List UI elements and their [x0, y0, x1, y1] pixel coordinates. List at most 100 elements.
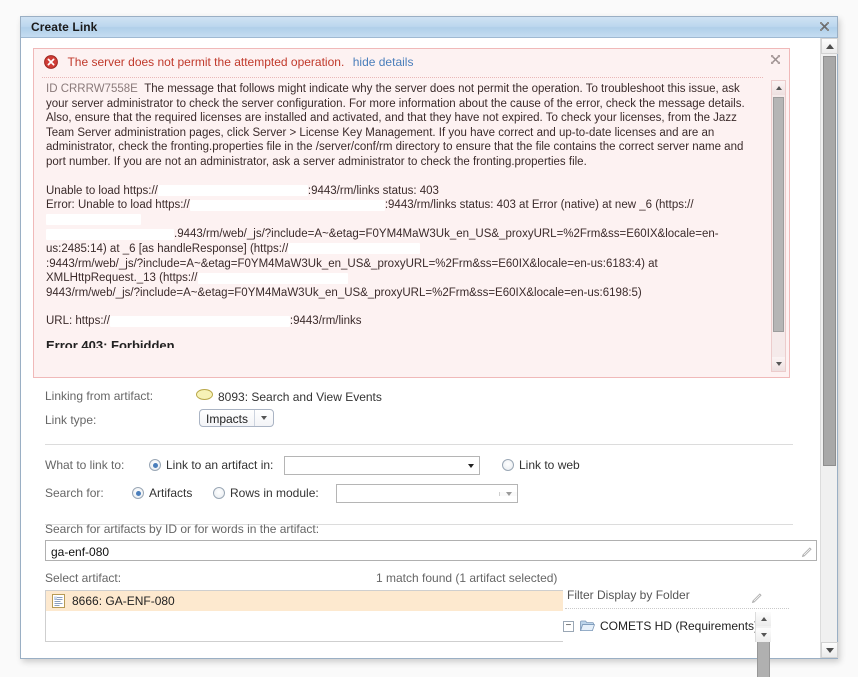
folder-tree-scrollbar[interactable] [755, 612, 771, 677]
redacted-host-7 [109, 315, 290, 327]
error-url-suffix: :9443/rm/links [289, 315, 362, 328]
what-to-link-row: What to link to: Link to an artifact in:… [21, 454, 801, 480]
tree-node-label: COMETS HD (Requirements) [600, 619, 759, 633]
scroll-down-button[interactable] [821, 642, 838, 658]
search-instructions-label: Search for artifacts by ID or for words … [45, 522, 320, 536]
search-for-label: Search for: [45, 486, 104, 500]
error-url-label: URL: https:// [46, 315, 110, 328]
link-to-artifact-label: Link to an artifact in: [166, 458, 274, 472]
screen: Create Link The server does not permit t… [0, 0, 858, 677]
rows-in-module-label: Rows in module: [230, 486, 319, 500]
chevron-down-icon [760, 633, 767, 637]
dialog-close-icon[interactable] [818, 20, 831, 33]
trace-line-2b: :9443/rm/links status: 403 at Error (nat… [384, 199, 694, 212]
error-title: The server does not permit the attempted… [67, 55, 345, 69]
redacted-host-1 [157, 185, 308, 197]
error-scroll-thumb[interactable] [773, 97, 784, 332]
select-artifact-row: Select artifact: 1 match found (1 artifa… [21, 568, 801, 590]
redacted-host-5 [288, 243, 421, 255]
chevron-up-icon [760, 617, 767, 621]
link-form: Linking from artifact: 8093: Search and … [21, 386, 817, 590]
tree-node-initial-requirement[interactable]: 1 INITIAL REQUIREMENT [563, 640, 771, 642]
radio-rows-in-module[interactable] [213, 487, 225, 499]
pencil-icon[interactable] [801, 545, 813, 558]
error-scroll-down-button[interactable] [772, 357, 785, 371]
match-status: 1 match found (1 artifact selected) [376, 571, 558, 585]
radio-link-to-artifact[interactable] [149, 459, 161, 471]
chevron-down-icon [255, 410, 273, 426]
linking-from-artifact-text: 8093: Search and View Events [218, 390, 382, 404]
error-description-text: The message that follows might indicate … [46, 83, 745, 168]
error-details-body: ID CRRRW7558E The message that follows m… [42, 82, 766, 373]
error-stacktrace: Unable to load https:// :9443/rm/links st… [46, 184, 762, 301]
error-url-line: URL: https:// :9443/rm/links [46, 314, 762, 329]
error-panel: The server does not permit the attempted… [33, 48, 790, 378]
folder-filter-header: Filter Display by Folder [563, 588, 793, 608]
artifacts-option[interactable]: Artifacts [132, 486, 192, 500]
error-clipped-line: Error 403: Forbidden [46, 338, 175, 348]
folder-filter-pane: Filter Display by Folder − COMETS HD (Re… [563, 588, 793, 677]
trace-line-1b: :9443/rm/links status: 403 [307, 184, 439, 197]
linking-from-value: 8093: Search and View Events [196, 389, 382, 404]
pencil-icon[interactable] [751, 592, 763, 604]
project-area-select[interactable] [284, 456, 480, 475]
select-artifact-label: Select artifact: [45, 571, 122, 585]
dialog-titlebar: Create Link [21, 17, 837, 38]
result-item-label: 8666: GA-ENF-080 [72, 594, 175, 608]
dialog-title: Create Link [31, 20, 98, 34]
artifact-icon [196, 389, 213, 400]
trace-line-1a: Unable to load https:// [46, 184, 158, 197]
scroll-thumb[interactable] [823, 56, 836, 466]
create-link-dialog: Create Link The server does not permit t… [20, 16, 838, 677]
hide-details-link[interactable]: hide details [353, 55, 414, 69]
trace-line-4: :9443/rm/web/_js/?include=A~&etag=F0YM4M… [46, 257, 658, 285]
redacted-host-3 [46, 214, 141, 226]
table-row[interactable]: 8666: GA-ENF-080 [46, 591, 563, 611]
module-select[interactable] [336, 484, 518, 503]
redacted-host-6 [197, 272, 348, 284]
link-type-dropdown[interactable]: Impacts [199, 409, 275, 427]
dialog-scrollbar[interactable] [820, 38, 838, 658]
artifact-results-pane: 8666: GA-ENF-080 [45, 590, 563, 642]
link-type-label: Link type: [45, 413, 97, 427]
chevron-up-icon [825, 43, 834, 49]
radio-artifacts[interactable] [132, 487, 144, 499]
error-description: ID CRRRW7558E The message that follows m… [46, 82, 762, 170]
error-divider [42, 77, 763, 78]
selection-panes: 8666: GA-ENF-080 Filter Display by Folde… [45, 588, 793, 677]
link-type-value: Impacts [200, 410, 256, 426]
tree-scroll-down-button[interactable] [756, 628, 771, 642]
link-type-row: Link type: Impacts [21, 408, 801, 436]
link-to-web-option[interactable]: Link to web [502, 458, 580, 472]
folder-filter-divider [565, 608, 789, 609]
redacted-host-2 [189, 199, 385, 211]
dialog-content: The server does not permit the attempted… [21, 38, 819, 677]
form-divider-1 [45, 444, 793, 445]
error-header: The server does not permit the attempted… [34, 49, 789, 74]
collapse-expander-icon[interactable]: − [563, 620, 574, 632]
chevron-down-icon [825, 647, 834, 653]
folder-filter-title: Filter Display by Folder [567, 588, 690, 602]
error-close-icon[interactable] [769, 53, 782, 66]
error-scrollbar[interactable] [771, 80, 786, 372]
tree-scroll-up-button[interactable] [756, 612, 771, 626]
chevron-down-icon [775, 362, 782, 366]
error-circle-icon [44, 55, 58, 69]
error-scroll-up-button[interactable] [772, 81, 785, 95]
tree-node-root[interactable]: − COMETS HD (Requirements) [563, 612, 771, 640]
link-to-web-label: Link to web [519, 458, 580, 472]
search-input-row [21, 540, 817, 568]
link-to-artifact-option[interactable]: Link to an artifact in: [149, 458, 273, 472]
error-id: ID CRRRW7558E [46, 83, 138, 95]
chevron-up-icon [775, 86, 782, 90]
linking-from-label: Linking from artifact: [45, 389, 154, 403]
radio-link-to-web[interactable] [502, 459, 514, 471]
scroll-up-button[interactable] [821, 38, 838, 54]
trace-line-2a: Error: Unable to load https:// [46, 199, 190, 212]
dialog-body: The server does not permit the attempted… [21, 38, 838, 677]
artifacts-label: Artifacts [149, 486, 193, 500]
chevron-down-icon [499, 491, 517, 496]
search-instructions-row: Search for artifacts by ID or for words … [21, 518, 801, 540]
rows-in-module-option[interactable]: Rows in module: [213, 486, 319, 500]
search-input[interactable] [45, 540, 817, 561]
